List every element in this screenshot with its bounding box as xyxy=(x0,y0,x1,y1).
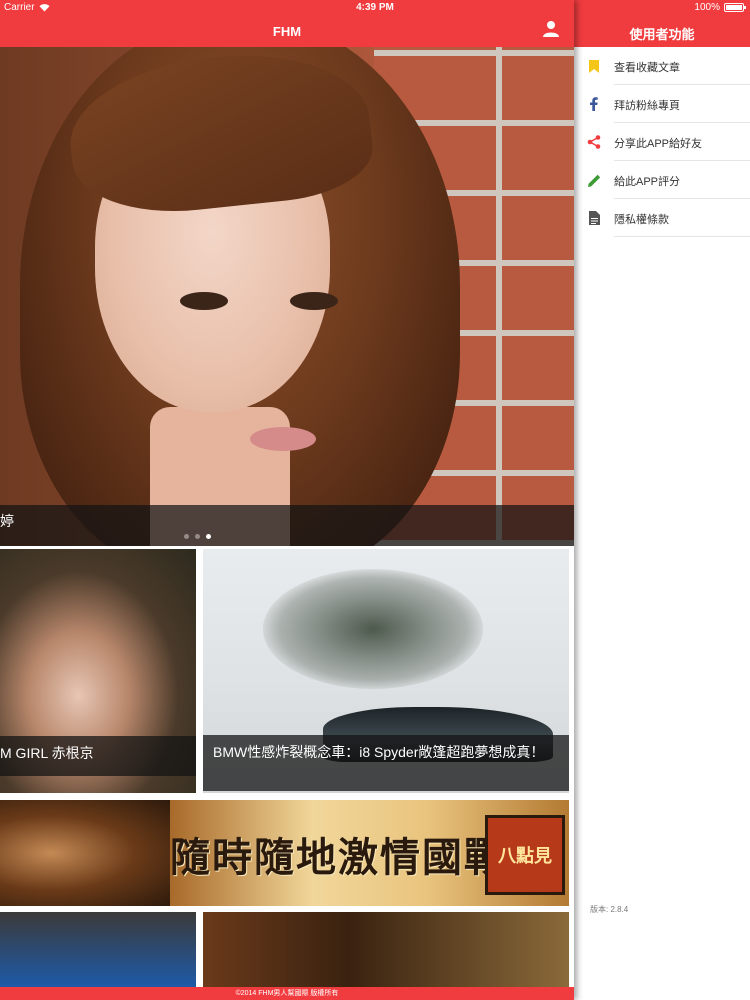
article-card-title: BMW性感炸裂概念車：i8 Spyder敞篷超跑夢想成真！ xyxy=(203,735,569,791)
side-menu-title: 使用者功能 xyxy=(629,27,695,42)
hero-caption-text: 婷 xyxy=(0,513,14,529)
ad-banner-slogan: 隨時隨地激情國戰 xyxy=(170,834,506,881)
carousel-dot[interactable] xyxy=(206,534,211,539)
status-right: 100% xyxy=(694,2,746,13)
carousel-dot[interactable] xyxy=(195,534,200,539)
hero-photo-eye xyxy=(180,292,228,310)
menu-item-privacy[interactable]: 隱私權條款 xyxy=(574,199,750,237)
carousel-page-indicator[interactable] xyxy=(184,534,211,539)
user-icon xyxy=(543,21,559,37)
article-photo-palm xyxy=(263,569,483,689)
menu-item-label: 分享此APP給好友 xyxy=(614,138,703,150)
menu-item-rate[interactable]: 給此APP評分 xyxy=(574,161,750,199)
menu-item-label: 查看收藏文章 xyxy=(614,62,680,74)
hero-photo-eye xyxy=(290,292,338,310)
facebook-icon xyxy=(587,96,601,112)
battery-icon xyxy=(724,3,746,12)
menu-item-share[interactable]: 分享此APP給好友 xyxy=(574,123,750,161)
menu-item-label: 給此APP評分 xyxy=(614,176,681,188)
pencil-icon xyxy=(587,172,601,188)
ad-banner-art xyxy=(0,800,170,906)
app-title: FHM xyxy=(272,24,302,39)
battery-percent: 100% xyxy=(694,2,720,13)
user-button[interactable] xyxy=(542,20,560,38)
hero-photo-lips xyxy=(250,427,316,451)
ad-banner-cta[interactable]: 八點見 xyxy=(485,815,565,895)
menu-item-label: 拜訪粉絲專頁 xyxy=(614,100,680,112)
app-version: 版本: 2.8.4 xyxy=(590,905,629,914)
side-menu: 使用者功能 查看收藏文章 拜訪粉絲專頁 分享此APP給好友 給此APP評分 隱私… xyxy=(574,0,750,1000)
hero-carousel[interactable]: 婷 xyxy=(0,47,574,546)
hero-caption[interactable]: 婷 xyxy=(0,505,574,546)
menu-item-favorites[interactable]: 查看收藏文章 xyxy=(574,47,750,85)
footer-copyright: ©2014 FHM男人幫國際 版權所有 xyxy=(0,987,574,1000)
article-card[interactable]: BMW性感炸裂概念車：i8 Spyder敞篷超跑夢想成真！ xyxy=(203,549,569,793)
carousel-dot[interactable] xyxy=(184,534,189,539)
menu-item-fanpage[interactable]: 拜訪粉絲專頁 xyxy=(574,85,750,123)
status-bar: Carrier 4:39 PM 100% xyxy=(0,0,750,16)
article-card[interactable]: M GIRL 赤根京 xyxy=(0,549,196,793)
battery-fill xyxy=(726,5,742,10)
main-panel: FHM 婷 M GIRL 赤根京 BMW性感炸裂概念車：i8 Spyder敞篷超… xyxy=(0,0,574,1000)
ad-banner[interactable]: 隨時隨地激情國戰 八點見 xyxy=(0,800,569,906)
menu-item-label: 隱私權條款 xyxy=(614,214,669,226)
share-icon xyxy=(587,134,601,150)
status-time: 4:39 PM xyxy=(356,2,394,13)
bookmark-icon xyxy=(587,58,601,74)
document-icon xyxy=(587,210,601,226)
side-menu-list: 查看收藏文章 拜訪粉絲專頁 分享此APP給好友 給此APP評分 隱私權條款 xyxy=(574,47,750,237)
article-card[interactable] xyxy=(203,912,569,987)
article-card[interactable] xyxy=(0,912,196,987)
article-card-title: M GIRL 赤根京 xyxy=(0,736,196,776)
